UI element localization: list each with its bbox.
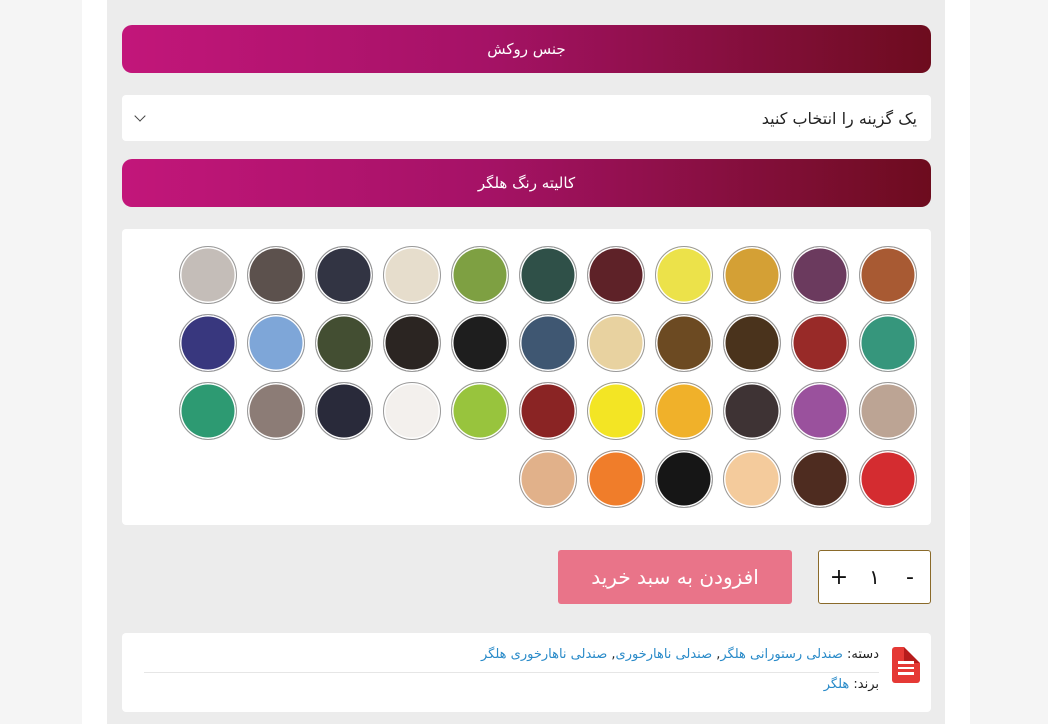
color-swatch[interactable]: [315, 314, 373, 372]
product-meta: دسته: صندلی رستورانی هلگر, صندلی ناهارخو…: [122, 633, 931, 712]
color-swatch[interactable]: [723, 246, 781, 304]
page-side-left: [0, 0, 82, 724]
color-swatch[interactable]: [587, 382, 645, 440]
quantity-value[interactable]: ۱: [869, 565, 880, 589]
color-swatch[interactable]: [383, 382, 441, 440]
color-swatch[interactable]: [655, 246, 713, 304]
color-swatch[interactable]: [451, 382, 509, 440]
color-swatch[interactable]: [383, 314, 441, 372]
color-swatch[interactable]: [587, 314, 645, 372]
color-swatch[interactable]: [859, 246, 917, 304]
color-swatch[interactable]: [383, 246, 441, 304]
color-swatch[interactable]: [179, 246, 237, 304]
color-swatch[interactable]: [247, 314, 305, 372]
upholstery-section-title: جنس روکش: [487, 40, 566, 58]
color-swatch[interactable]: [519, 382, 577, 440]
page-side-right: [970, 0, 1048, 724]
category-link[interactable]: صندلی ناهارخوری هلگر: [481, 647, 607, 662]
brand-link[interactable]: هلگر: [824, 677, 850, 692]
color-swatch[interactable]: [791, 246, 849, 304]
color-swatch[interactable]: [859, 314, 917, 372]
add-to-cart-button[interactable]: افزودن به سبد خرید: [558, 550, 792, 604]
color-swatch[interactable]: [247, 246, 305, 304]
color-swatch[interactable]: [723, 314, 781, 372]
upholstery-section-header: جنس روکش: [122, 25, 931, 73]
color-swatch[interactable]: [451, 314, 509, 372]
color-swatch[interactable]: [723, 382, 781, 440]
document-list-icon: [892, 647, 920, 683]
category-label: دسته:: [847, 647, 879, 662]
decrease-quantity-button[interactable]: -: [900, 565, 920, 590]
category-link[interactable]: صندلی رستورانی هلگر: [720, 647, 843, 662]
increase-quantity-button[interactable]: +: [829, 565, 849, 590]
category-line: دسته: صندلی رستورانی هلگر, صندلی ناهارخو…: [481, 647, 879, 662]
brand-label: برند:: [853, 677, 879, 692]
color-swatch[interactable]: [519, 450, 577, 508]
color-swatch[interactable]: [519, 314, 577, 372]
chevron-down-icon: [134, 110, 146, 122]
color-swatch[interactable]: [655, 314, 713, 372]
upholstery-select[interactable]: یک گزینه را انتخاب کنید: [122, 95, 931, 141]
color-swatch[interactable]: [655, 450, 713, 508]
content-gutter-left: [82, 0, 107, 724]
color-swatch[interactable]: [247, 382, 305, 440]
color-swatch[interactable]: [587, 450, 645, 508]
content-gutter-right: [945, 0, 970, 724]
color-catalog-title: کالیته رنگ هلگر: [477, 174, 576, 192]
color-swatch[interactable]: [451, 246, 509, 304]
brand-line: برند: هلگر: [824, 677, 879, 692]
color-swatch[interactable]: [179, 314, 237, 372]
color-swatch[interactable]: [587, 246, 645, 304]
color-swatch-grid: [122, 229, 931, 525]
color-swatch[interactable]: [791, 450, 849, 508]
color-swatch[interactable]: [315, 246, 373, 304]
upholstery-select-value: یک گزینه را انتخاب کنید: [761, 108, 917, 128]
category-link[interactable]: صندلی ناهارخوری: [616, 647, 713, 662]
quantity-stepper[interactable]: + ۱ -: [818, 550, 931, 604]
color-catalog-header: کالیته رنگ هلگر: [122, 159, 931, 207]
color-swatch[interactable]: [791, 382, 849, 440]
color-swatch[interactable]: [179, 382, 237, 440]
color-swatch[interactable]: [859, 382, 917, 440]
color-swatch[interactable]: [859, 450, 917, 508]
color-swatch[interactable]: [791, 314, 849, 372]
color-swatch[interactable]: [723, 450, 781, 508]
meta-divider: [144, 672, 879, 673]
color-swatch[interactable]: [315, 382, 373, 440]
color-swatch[interactable]: [655, 382, 713, 440]
color-swatch[interactable]: [519, 246, 577, 304]
